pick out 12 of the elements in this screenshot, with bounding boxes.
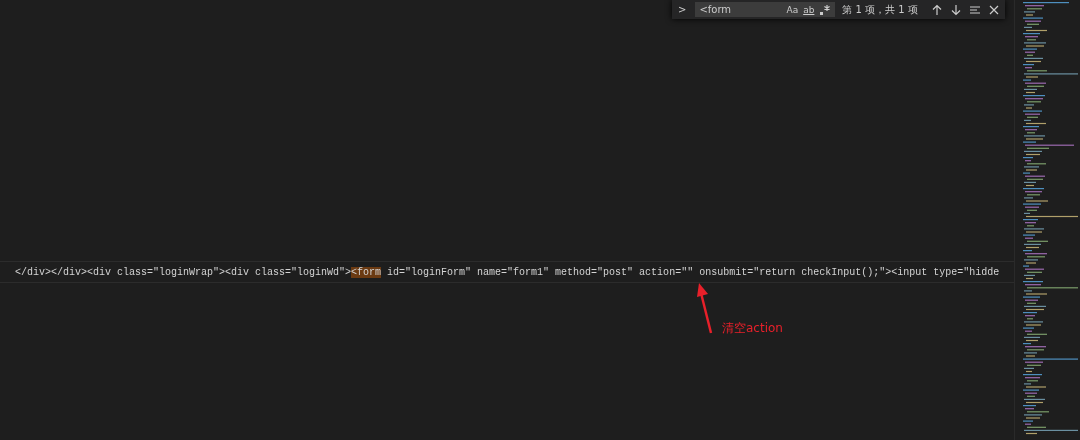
match-case-toggle[interactable]: Aa bbox=[786, 4, 799, 15]
code-line: </div></div><div class="loginWrap"><div class="loginWd"><form id="loginForm" name="form1" method="post" action="" onsubmit="return checkInput();"><input type="hidde bbox=[15, 266, 1000, 278]
whole-word-toggle[interactable]: ab bbox=[803, 4, 815, 15]
expand-toggle[interactable]: > bbox=[676, 4, 689, 15]
annotation-text: 清空action bbox=[722, 320, 783, 337]
find-input[interactable]: <form Aa ab bbox=[695, 2, 836, 17]
match-count: 第 1 项，共 1 项 bbox=[842, 2, 918, 17]
arrow-up-icon[interactable] bbox=[930, 3, 943, 16]
close-icon[interactable] bbox=[987, 3, 1000, 16]
arrow-down-icon[interactable] bbox=[949, 3, 962, 16]
regex-icon[interactable] bbox=[819, 3, 832, 16]
lines-icon[interactable] bbox=[968, 3, 981, 16]
